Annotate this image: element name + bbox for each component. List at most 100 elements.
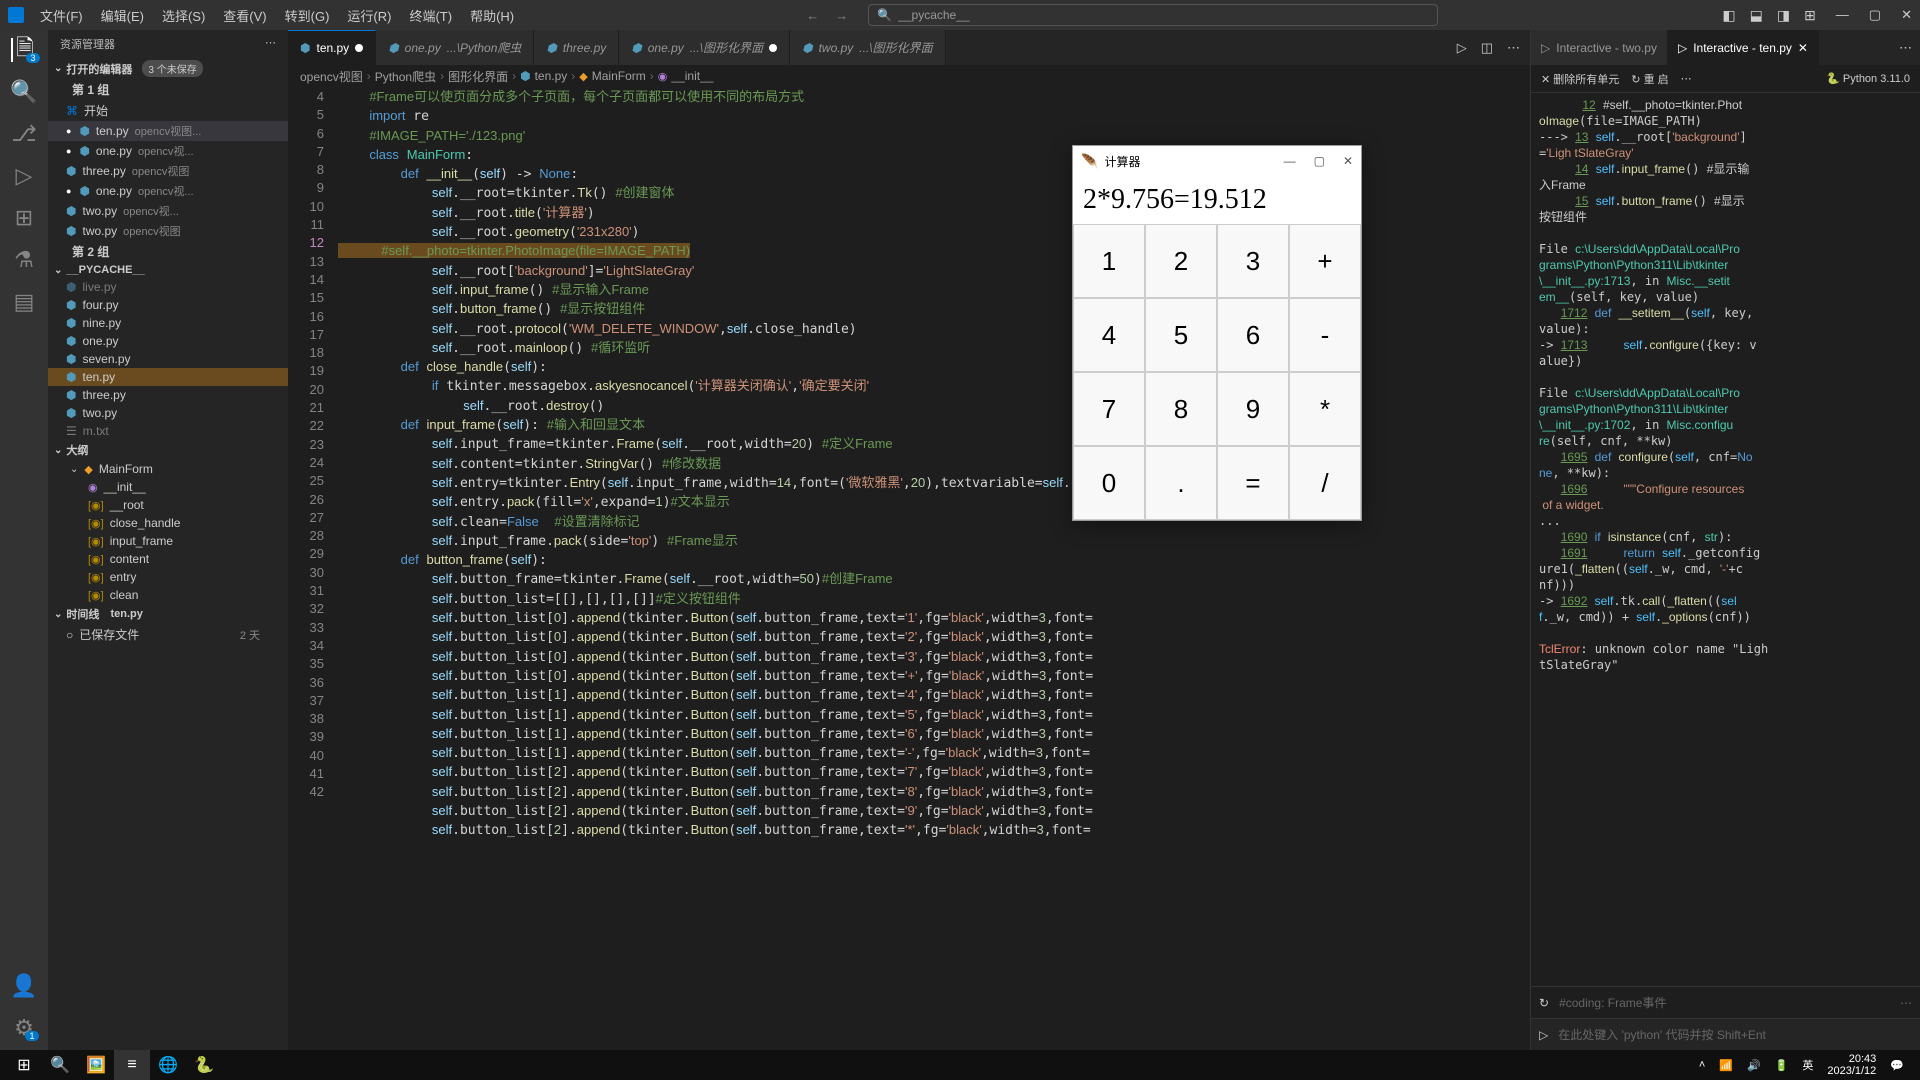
tray-ime[interactable]: 英 — [1802, 1057, 1813, 1073]
calc-key-9[interactable]: 9 — [1217, 372, 1289, 446]
refresh-icon[interactable]: ↻ — [1539, 996, 1549, 1010]
outline-section[interactable]: ⌄大纲 — [48, 440, 288, 460]
command-center[interactable]: 🔍 __pycache__ — [868, 4, 1438, 26]
tab-ten[interactable]: ⬢ten.py — [288, 30, 376, 65]
run-cell-icon[interactable]: ▷ — [1539, 1028, 1548, 1042]
run-input-placeholder[interactable]: 在此处键入 'python' 代码并按 Shift+Ent — [1558, 1026, 1766, 1043]
settings-gear-icon[interactable]: ⚙1 — [12, 1016, 36, 1040]
menu-run[interactable]: 运行(R) — [339, 2, 399, 29]
calc-key-3[interactable]: 3 — [1217, 224, 1289, 298]
tab-two[interactable]: ⬢two.py...\图形化界面 — [790, 30, 946, 65]
run-debug-icon[interactable]: ▷ — [12, 164, 36, 188]
menu-go[interactable]: 转到(G) — [277, 2, 338, 29]
timeline-section[interactable]: ⌄时间线 ten.py — [48, 604, 288, 624]
accounts-icon[interactable]: 👤 — [12, 974, 36, 998]
menu-view[interactable]: 查看(V) — [215, 2, 274, 29]
layout-panel-right-icon[interactable]: ◨ — [1777, 7, 1790, 24]
nav-forward-icon[interactable]: → — [835, 8, 848, 23]
outline-content[interactable]: [◉]content — [48, 550, 288, 568]
panel-more-icon[interactable]: ⋯ — [1891, 30, 1920, 65]
calc-key-0[interactable]: 0 — [1073, 446, 1145, 520]
minimap[interactable] — [1450, 87, 1530, 1050]
taskbar-search-icon[interactable]: 🔍 — [42, 1050, 78, 1080]
file-seven[interactable]: ⬢seven.py — [48, 350, 288, 368]
file-three[interactable]: ⬢three.py — [48, 386, 288, 404]
outline-root[interactable]: [◉]__root — [48, 496, 288, 514]
outline-inputframe[interactable]: [◉]input_frame — [48, 532, 288, 550]
open-editor-welcome[interactable]: ⌘开始 — [48, 100, 288, 121]
calc-close-icon[interactable]: ✕ — [1343, 154, 1353, 168]
calc-key-1[interactable]: 1 — [1073, 224, 1145, 298]
search-activity-icon[interactable]: 🔍 — [12, 80, 36, 104]
layout-customize-icon[interactable]: ⊞ — [1804, 7, 1816, 24]
file-nine[interactable]: ⬢nine.py — [48, 314, 288, 332]
tab-one-a[interactable]: ⬢one.py...\Python爬虫 — [376, 30, 534, 65]
layout-panel-bottom-icon[interactable]: ⬓ — [1750, 7, 1763, 24]
toolbar-more-icon[interactable]: ⋯ — [1681, 72, 1692, 85]
file-one[interactable]: ⬢one.py — [48, 332, 288, 350]
calc-maximize-icon[interactable]: ▢ — [1314, 154, 1325, 168]
open-editor-ten[interactable]: ⬢ten.pyopencv视图... — [48, 121, 288, 141]
menu-file[interactable]: 文件(F) — [32, 2, 91, 29]
calc-key-=[interactable]: = — [1217, 446, 1289, 520]
taskbar-vscode-icon[interactable]: ≡ — [114, 1050, 150, 1080]
open-editor-two-a[interactable]: ⬢two.pyopencv视... — [48, 201, 288, 221]
open-editors-section[interactable]: ⌄ 打开的编辑器 3 个未保存 — [48, 58, 288, 79]
open-editor-three[interactable]: ⬢three.pyopencv视图 — [48, 161, 288, 181]
calc-key-4[interactable]: 4 — [1073, 298, 1145, 372]
taskbar-photos-icon[interactable]: 🖼️ — [78, 1050, 114, 1080]
outline-clean[interactable]: [◉]clean — [48, 586, 288, 604]
file-ten[interactable]: ⬢ten.py — [48, 368, 288, 386]
system-clock[interactable]: 20:43 2023/1/12 — [1827, 1053, 1876, 1077]
jupyter-icon[interactable]: ▤ — [12, 290, 36, 314]
close-icon[interactable]: ✕ — [1901, 7, 1912, 23]
outline-init[interactable]: ◉__init__ — [48, 478, 288, 496]
file-live[interactable]: ⬢live.py — [48, 278, 288, 296]
calc-key-/[interactable]: / — [1289, 446, 1361, 520]
tray-chevron-icon[interactable]: ˄ — [1699, 1059, 1705, 1071]
open-editor-two-b[interactable]: ⬢two.pyopencv视图 — [48, 221, 288, 241]
taskbar-python-icon[interactable]: 🐍 — [186, 1050, 222, 1080]
calc-key-7[interactable]: 7 — [1073, 372, 1145, 446]
menu-edit[interactable]: 编辑(E) — [93, 2, 152, 29]
outline-class[interactable]: ⌄◆MainForm — [48, 460, 288, 478]
interactive-output[interactable]: 12 #self.__photo=tkinter.Phot oImage(fil… — [1531, 93, 1920, 986]
calculator-window[interactable]: 🪶 计算器 — ▢ ✕ 2*9.756=19.512 123+456-789*0… — [1072, 145, 1362, 521]
tray-wifi-icon[interactable]: 📶 — [1719, 1059, 1733, 1072]
tab-more-icon[interactable]: ⋯ — [1507, 40, 1520, 56]
file-mtxt[interactable]: ☰m.txt — [48, 422, 288, 440]
calc-minimize-icon[interactable]: — — [1284, 154, 1296, 168]
python-version[interactable]: 🐍 Python 3.11.0 — [1826, 72, 1910, 85]
clear-cells-button[interactable]: ✕ 删除所有单元 — [1541, 71, 1619, 87]
tray-volume-icon[interactable]: 🔊 — [1747, 1059, 1761, 1072]
folder-pycache[interactable]: ⌄__PYCACHE__ — [48, 262, 288, 278]
restart-button[interactable]: ↻ 重 启 — [1631, 71, 1668, 87]
menu-terminal[interactable]: 终端(T) — [401, 2, 460, 29]
minimize-icon[interactable]: — — [1836, 7, 1849, 23]
outline-close[interactable]: [◉]close_handle — [48, 514, 288, 532]
calc-key--[interactable]: - — [1289, 298, 1361, 372]
menu-help[interactable]: 帮助(H) — [462, 2, 522, 29]
explorer-icon[interactable]: 🗎3 — [11, 38, 35, 62]
menu-selection[interactable]: 选择(S) — [154, 2, 213, 29]
calc-key-*[interactable]: * — [1289, 372, 1361, 446]
split-editor-icon[interactable]: ◫ — [1481, 40, 1493, 56]
breadcrumb[interactable]: opencv视图› Python爬虫› 图形化界面› ⬢ten.py› ◆Mai… — [288, 65, 1530, 87]
calc-key-5[interactable]: 5 — [1145, 298, 1217, 372]
test-icon[interactable]: ⚗ — [12, 248, 36, 272]
open-editor-one-b[interactable]: ⬢one.pyopencv视... — [48, 181, 288, 201]
interactive-tab-two[interactable]: ▷ Interactive - two.py — [1531, 30, 1668, 65]
tray-notifications-icon[interactable]: 💬 — [1890, 1059, 1904, 1072]
tab-one-b[interactable]: ⬢one.py...\图形化界面 — [619, 30, 790, 65]
file-two[interactable]: ⬢two.py — [48, 404, 288, 422]
layout-panel-left-icon[interactable]: ◧ — [1722, 7, 1735, 24]
nav-back-icon[interactable]: ← — [806, 8, 819, 23]
interactive-tab-ten[interactable]: ▷ Interactive - ten.py ✕ — [1668, 30, 1819, 65]
sidebar-more-icon[interactable]: ⋯ — [265, 36, 276, 52]
start-button[interactable]: ⊞ — [6, 1050, 42, 1080]
file-four[interactable]: ⬢four.py — [48, 296, 288, 314]
tab-three[interactable]: ⬢three.py — [534, 30, 619, 65]
calc-key-2[interactable]: 2 — [1145, 224, 1217, 298]
calc-key-.[interactable]: . — [1145, 446, 1217, 520]
maximize-icon[interactable]: ▢ — [1869, 7, 1881, 23]
